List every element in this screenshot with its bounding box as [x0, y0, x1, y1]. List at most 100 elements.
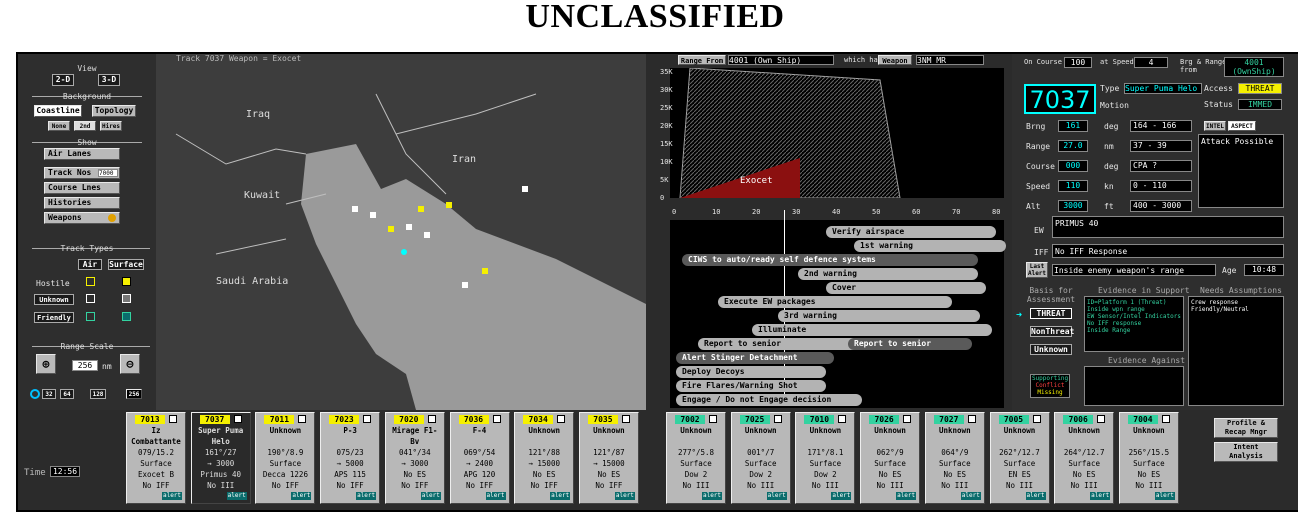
- track-card[interactable]: 7005 Unknown 262°/12.7 Surface EN ES No III al…: [989, 412, 1050, 504]
- histories-button[interactable]: Histories: [44, 197, 120, 209]
- alert-button[interactable]: alert: [550, 492, 571, 500]
- course-lines-button[interactable]: Course Lnes: [44, 182, 120, 194]
- track-card-select-icon[interactable]: [1161, 415, 1170, 423]
- track-card[interactable]: 7006 Unknown 264°/12.7 Surface No ES No III al…: [1054, 412, 1115, 504]
- timeline-bar[interactable]: Engage / Do not Engage decision: [676, 394, 862, 406]
- timeline-bar[interactable]: Verify airspace: [826, 226, 996, 238]
- kin-value[interactable]: 000: [1058, 160, 1088, 172]
- aspect-button[interactable]: ASPECT: [1228, 121, 1256, 131]
- friendly-surface-symbol[interactable]: [122, 312, 131, 321]
- track-card[interactable]: 7037 Super Puma Helo 161°/27 → 3000 Primus 40…: [190, 412, 251, 504]
- alert-button[interactable]: alert: [1090, 492, 1111, 500]
- alert-button[interactable]: alert: [420, 492, 441, 500]
- track-card[interactable]: 7034 Unknown 121°/88 → 15000 No ES No IFF aler…: [514, 412, 575, 504]
- kin-value[interactable]: 110: [1058, 180, 1088, 192]
- surface-column-button[interactable]: Surface: [108, 259, 144, 270]
- track-card-select-icon[interactable]: [773, 415, 782, 423]
- track-card-select-icon[interactable]: [903, 415, 912, 423]
- track-card[interactable]: 7027 Unknown 064°/9 Surface No ES No III alert: [924, 412, 985, 504]
- alert-button[interactable]: alert: [896, 492, 917, 500]
- timeline-bar[interactable]: CIWS to auto/ready self defence systems: [682, 254, 978, 266]
- alert-button[interactable]: alert: [614, 492, 635, 500]
- scale-32-button[interactable]: 32: [42, 389, 56, 399]
- track-card-select-icon[interactable]: [492, 415, 501, 423]
- timeline-bar[interactable]: Report to senior: [848, 338, 972, 350]
- timeline-bar[interactable]: Alert Stinger Detachment: [676, 352, 834, 364]
- zoom-out-button[interactable]: ⊖: [120, 354, 140, 374]
- alert-button[interactable]: alert: [162, 492, 182, 500]
- alert-button[interactable]: alert: [766, 492, 787, 500]
- track-card[interactable]: 7026 Unknown 062°/9 Surface No ES No III alert: [860, 412, 921, 504]
- alert-button[interactable]: alert: [291, 492, 312, 500]
- air-lanes-button[interactable]: Air Lanes: [44, 148, 120, 160]
- track-card-select-icon[interactable]: [838, 415, 847, 423]
- tactical-map[interactable]: Track 7037 Weapon = Exocet Iraq Iran Kuw…: [156, 54, 646, 410]
- track-card-select-icon[interactable]: [709, 415, 717, 423]
- track-card-select-icon[interactable]: [621, 415, 630, 423]
- alert-button[interactable]: alert: [960, 492, 981, 500]
- track-card-select-icon[interactable]: [233, 415, 242, 423]
- timeline-bar[interactable]: 3rd warning: [778, 310, 980, 322]
- track-card[interactable]: 7020 Mirage F1- Bv 041°/34 → 3000 No ES No IFF…: [384, 412, 445, 504]
- air-column-button[interactable]: Air: [78, 259, 102, 270]
- alert-button[interactable]: alert: [831, 492, 852, 500]
- alert-button[interactable]: alert: [485, 492, 506, 500]
- type-value[interactable]: Super Puma Helo: [1124, 83, 1202, 94]
- track-card[interactable]: 7035 Unknown 121°/87 → 15000 No ES No IFF aler…: [578, 412, 639, 504]
- timeline-bar[interactable]: Fire Flares/Warning Shot: [676, 380, 826, 392]
- alert-button[interactable]: alert: [702, 492, 722, 500]
- last-alert-button[interactable]: Last Alert: [1026, 262, 1048, 278]
- track-card[interactable]: 7011 Unknown 190°/8.9 Surface Decca 1226 No I…: [255, 412, 316, 504]
- nonthreat-button[interactable]: NonThreat: [1030, 326, 1074, 337]
- topology-button[interactable]: Topology: [92, 105, 136, 117]
- track-card-select-icon[interactable]: [557, 415, 566, 423]
- track-card-select-icon[interactable]: [1032, 415, 1041, 423]
- timeline-bar[interactable]: 2nd warning: [798, 268, 978, 280]
- track-card[interactable]: 7004 Unknown 256°/15.5 Surface No ES No III al…: [1118, 412, 1179, 504]
- bg-none-button[interactable]: None: [48, 121, 70, 131]
- zoom-in-button[interactable]: ⊕: [36, 354, 56, 374]
- alert-button[interactable]: alert: [226, 492, 247, 500]
- track-card[interactable]: 7036 F-4 069°/54 → 2400 APG 120 No IFF alert: [449, 412, 510, 504]
- kin-value[interactable]: 27.0: [1058, 140, 1088, 152]
- track-card-select-icon[interactable]: [1097, 415, 1106, 423]
- bg-hires-button[interactable]: Hires: [100, 121, 122, 131]
- intel-button[interactable]: INTEL: [1204, 121, 1226, 131]
- track-card[interactable]: 7010 Unknown 171°/8.1 Surface Dow 2 No III ale…: [795, 412, 856, 504]
- threat-button[interactable]: THREAT: [1030, 308, 1072, 319]
- timeline-bar[interactable]: Deploy Decoys: [676, 366, 826, 378]
- track-card-select-icon[interactable]: [298, 415, 307, 423]
- timeline-bar[interactable]: Execute EW packages: [718, 296, 952, 308]
- unknown-type-button[interactable]: Unknown: [34, 294, 74, 305]
- alert-button[interactable]: alert: [1025, 492, 1046, 500]
- friendly-type-button[interactable]: Friendly: [34, 312, 74, 323]
- friendly-air-symbol[interactable]: [86, 312, 95, 321]
- view-3d-button[interactable]: 3-D: [98, 74, 120, 86]
- unknown-surface-symbol[interactable]: [122, 294, 131, 303]
- alert-button[interactable]: alert: [356, 492, 377, 500]
- scale-256-button[interactable]: 256: [126, 389, 142, 399]
- timeline-bar[interactable]: 1st warning: [854, 240, 1006, 252]
- track-card-select-icon[interactable]: [363, 415, 372, 423]
- track-card-select-icon[interactable]: [427, 415, 436, 423]
- on-course-value[interactable]: 100: [1064, 57, 1092, 68]
- kin-value[interactable]: 3000: [1058, 200, 1088, 212]
- track-card[interactable]: 7023 P-3 075/23 → 5000 APS 115 No IFF alert: [320, 412, 381, 504]
- kin-value[interactable]: 161: [1058, 120, 1088, 132]
- at-speed-value[interactable]: 4: [1134, 57, 1168, 68]
- intent-analysis-button[interactable]: Intent Analysis: [1214, 442, 1278, 462]
- track-card-select-icon[interactable]: [967, 415, 976, 423]
- scale-128-button[interactable]: 128: [90, 389, 106, 399]
- unknown-button[interactable]: Unknown: [1030, 344, 1072, 355]
- track-card-select-icon[interactable]: [169, 415, 177, 423]
- unknown-air-symbol[interactable]: [86, 294, 95, 303]
- hostile-air-symbol[interactable]: [86, 277, 95, 286]
- scale-64-button[interactable]: 64: [60, 389, 74, 399]
- status-value[interactable]: IMMED: [1238, 99, 1282, 110]
- track-card[interactable]: 7013 Iz Combattante 079/15.2 Surface Exocet B…: [126, 412, 186, 504]
- profile-recap-button[interactable]: Profile & Recap Mngr: [1214, 418, 1278, 438]
- weapon-button[interactable]: Weapon: [878, 55, 912, 65]
- bg-mid-button[interactable]: 2nd: [74, 121, 96, 131]
- range-value[interactable]: 256: [72, 360, 98, 371]
- hostile-surface-symbol[interactable]: [122, 277, 131, 286]
